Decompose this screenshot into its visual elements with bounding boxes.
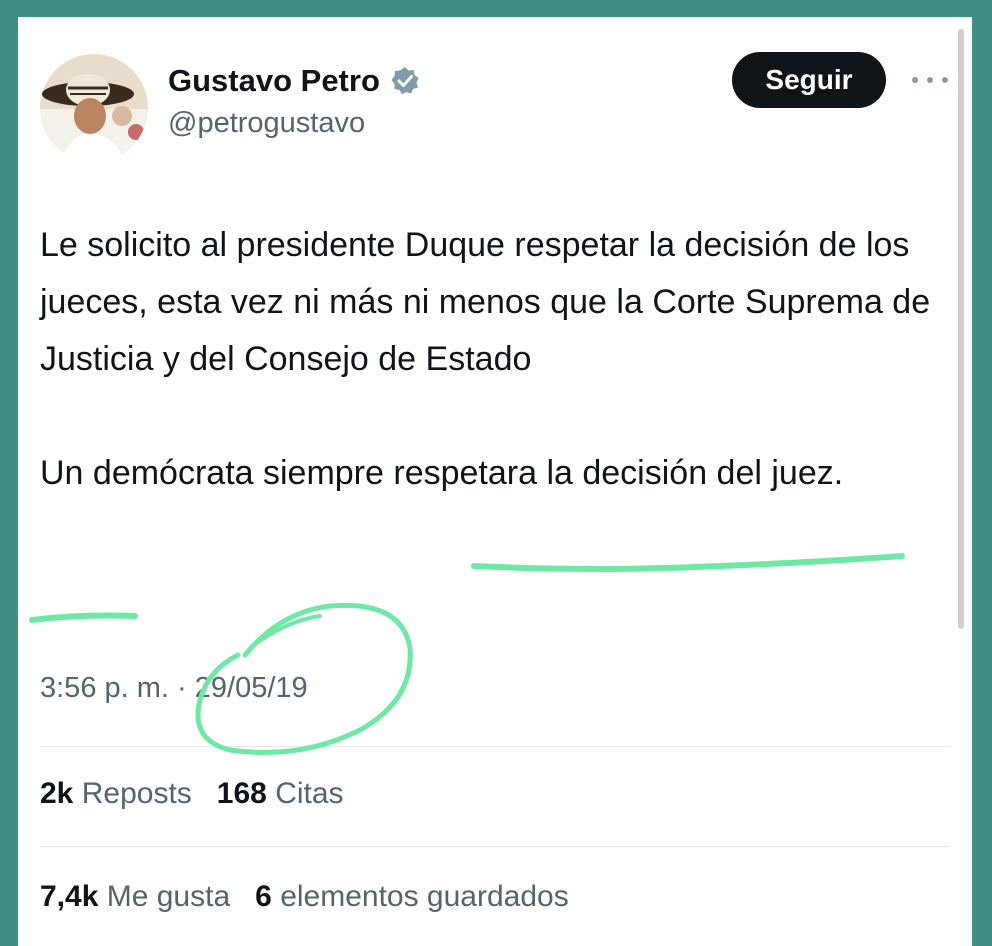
- avatar[interactable]: [40, 54, 148, 162]
- tweet-text: Le solicito al presidente Duque respetar…: [40, 217, 940, 502]
- reposts-label: Reposts: [81, 777, 192, 810]
- tweet-card: Gustavo Petro @petrogustavo Seguir Le so…: [18, 17, 972, 946]
- reposts-count: 2k: [40, 777, 74, 810]
- verified-badge-icon: [391, 67, 419, 95]
- bookmarks-label: elementos guardados: [280, 880, 569, 913]
- tweet-paragraph: Le solicito al presidente Duque respetar…: [40, 226, 931, 378]
- tweet-text-underlined: respetara la decisión del juez.: [393, 454, 844, 492]
- likes-count: 7,4k: [40, 880, 99, 913]
- tweet-paragraph: Un demócrata siempre respetara la decisi…: [40, 445, 940, 502]
- display-name[interactable]: Gustavo Petro: [168, 63, 380, 99]
- tweet-date: 29/05/19: [194, 672, 308, 704]
- scrollbar[interactable]: [958, 29, 964, 629]
- likes-link[interactable]: 7,4k Me gusta: [40, 880, 230, 913]
- meta-separator: ·: [177, 672, 187, 704]
- reposts-link[interactable]: 2k Reposts: [40, 777, 192, 810]
- likes-label: Me gusta: [106, 880, 231, 913]
- quotes-link[interactable]: 168 Citas: [217, 777, 344, 810]
- tweet-text-plain: Un demócrata siempre: [40, 454, 394, 492]
- stats-row-reposts: 2k Reposts 168 Citas: [40, 777, 344, 811]
- bookmarks-link[interactable]: 6 elementos guardados: [255, 880, 569, 913]
- follow-button[interactable]: Seguir: [732, 52, 886, 108]
- quotes-label: Citas: [275, 777, 344, 810]
- tweet-time: 3:56 p. m.: [40, 672, 169, 704]
- tweet-timestamp[interactable]: 3:56 p. m. · 29/05/19: [40, 672, 308, 705]
- quotes-count: 168: [216, 777, 267, 810]
- stats-row-likes: 7,4k Me gusta 6 elementos guardados: [40, 880, 569, 914]
- divider: [40, 746, 950, 747]
- name-row: Gustavo Petro: [168, 63, 420, 99]
- more-options-icon[interactable]: [912, 65, 948, 95]
- user-handle[interactable]: @petrogustavo: [168, 107, 365, 140]
- bookmarks-count: 6: [255, 880, 272, 913]
- divider: [40, 846, 950, 847]
